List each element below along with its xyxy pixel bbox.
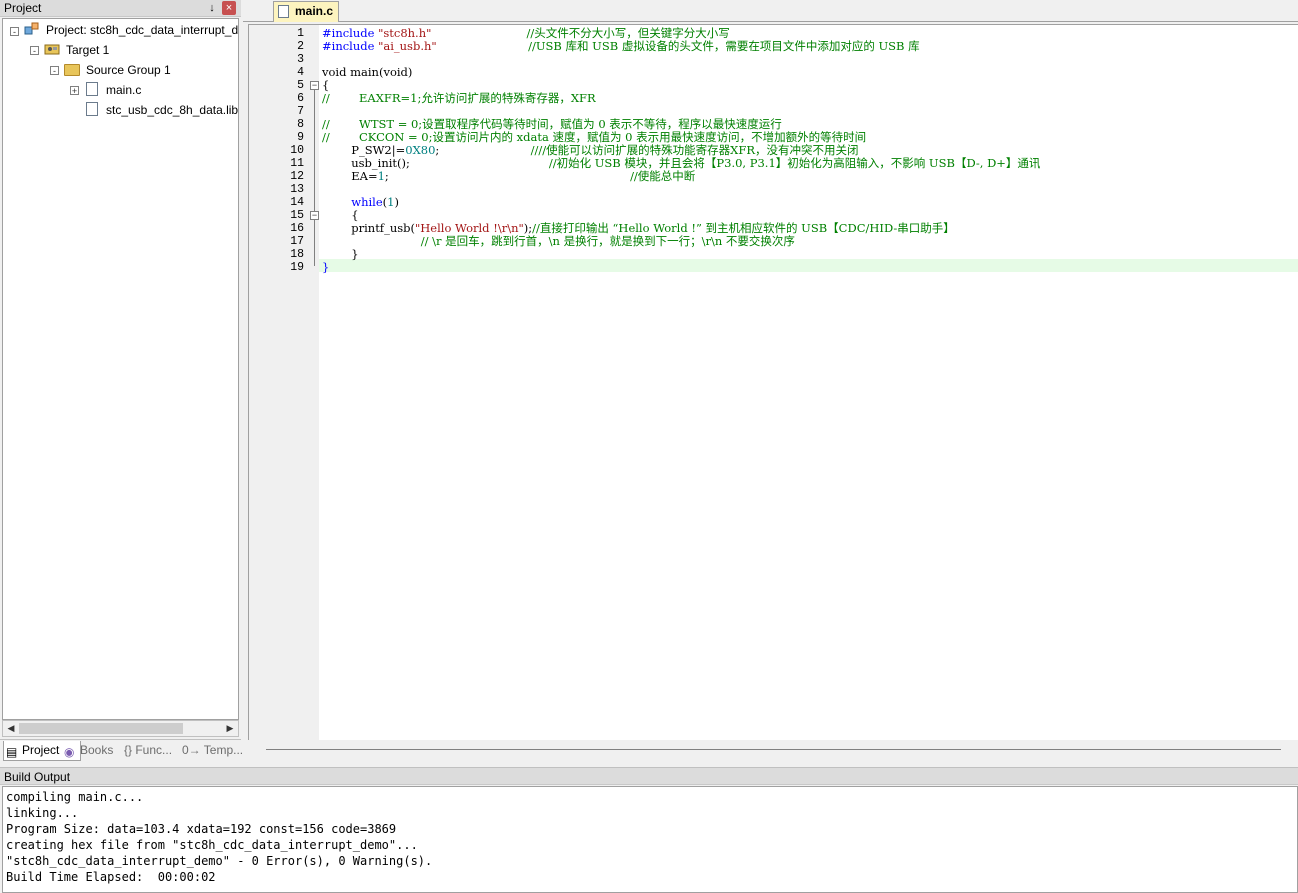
tree-item-target[interactable]: Target 1 bbox=[66, 41, 109, 59]
close-icon[interactable]: × bbox=[222, 1, 236, 15]
tree-collapse-icon[interactable]: - bbox=[30, 46, 39, 56]
project-icon bbox=[24, 21, 40, 35]
project-tree[interactable]: - Project: stc8h_cdc_data_interrupt_de -… bbox=[2, 18, 239, 720]
c-file-icon bbox=[86, 82, 98, 96]
tree-item-lib-file[interactable]: stc_usb_cdc_8h_data.lib bbox=[106, 101, 238, 119]
project-tab-icon: ▤ bbox=[6, 745, 18, 759]
line-number: 5 bbox=[297, 79, 304, 92]
fold-guide bbox=[314, 90, 315, 266]
line-number: 7 bbox=[297, 105, 304, 118]
build-output-console[interactable]: compiling main.c... linking... Program S… bbox=[2, 786, 1298, 893]
current-line-highlight bbox=[319, 259, 1298, 272]
scroll-left-icon[interactable]: ◀ bbox=[4, 722, 18, 735]
project-tree-hscrollbar[interactable]: ◀ ▶ bbox=[2, 720, 239, 737]
code-line: #include "ai_usb.h" //USB 库和 USB 虚拟设备的头文… bbox=[322, 39, 920, 53]
tab-label: main.c bbox=[295, 4, 334, 18]
c-file-icon bbox=[278, 5, 289, 18]
editor-tabstrip bbox=[243, 0, 1298, 22]
editor-hscrollbar[interactable] bbox=[248, 740, 1298, 760]
line-number: 12 bbox=[290, 170, 304, 183]
line-number: 11 bbox=[290, 157, 304, 170]
tree-collapse-icon[interactable]: - bbox=[50, 66, 59, 76]
pin-icon[interactable]: ↓ bbox=[205, 1, 219, 15]
project-panel-tabs: ▤ Project ◉ Books {} Func... 0→ Temp... bbox=[0, 739, 244, 761]
line-number: 1 bbox=[297, 27, 304, 40]
tree-expand-icon[interactable]: + bbox=[70, 86, 79, 96]
output-line: Program Size: data=103.4 xdata=192 const… bbox=[6, 822, 397, 836]
templates-tab-icon: 0→ Temp... bbox=[182, 743, 244, 757]
output-line: creating hex file from "stc8h_cdc_data_i… bbox=[6, 838, 418, 852]
tree-item-main-c[interactable]: main.c bbox=[106, 81, 141, 99]
line-number: 6 bbox=[297, 92, 304, 105]
line-number: 16 bbox=[290, 222, 304, 235]
scroll-thumb[interactable] bbox=[19, 723, 183, 734]
books-tab-icon: ◉ bbox=[64, 745, 75, 759]
line-number: 2 bbox=[297, 40, 304, 53]
line-number: 17 bbox=[290, 235, 304, 248]
line-number: 8 bbox=[297, 118, 304, 131]
tree-collapse-icon[interactable]: - bbox=[10, 27, 19, 37]
tree-item-project[interactable]: Project: stc8h_cdc_data_interrupt_de bbox=[46, 21, 238, 39]
build-output-titlebar: Build Output bbox=[0, 767, 1298, 785]
output-line: compiling main.c... bbox=[6, 790, 144, 804]
line-number: 15 bbox=[290, 209, 304, 222]
line-number: 9 bbox=[297, 131, 304, 144]
tree-item-source-group[interactable]: Source Group 1 bbox=[86, 61, 171, 79]
line-number: 3 bbox=[297, 53, 304, 66]
line-number: 14 bbox=[290, 196, 304, 209]
code-editor[interactable]: 1 2 3 4 5 6 7 8 9 10 11 12 13 14 15 16 1… bbox=[248, 24, 1298, 740]
tab-templates[interactable]: 0→ Temp... bbox=[178, 741, 244, 760]
line-number: 18 bbox=[290, 248, 304, 261]
fold-collapse-icon[interactable]: − bbox=[310, 211, 319, 220]
code-line: // EAXFR=1;允许访问扩展的特殊寄存器，XFR bbox=[322, 91, 596, 105]
code-line: void main(void) bbox=[322, 65, 413, 79]
output-line: Build Time Elapsed: 00:00:02 bbox=[6, 870, 216, 884]
line-number: 4 bbox=[297, 66, 304, 79]
target-icon bbox=[44, 41, 60, 55]
build-output-title: Build Output bbox=[4, 770, 71, 784]
project-panel-title: Project bbox=[4, 1, 42, 15]
scroll-track[interactable] bbox=[266, 749, 1281, 750]
scroll-right-icon[interactable]: ▶ bbox=[223, 722, 237, 735]
output-line: linking... bbox=[6, 806, 79, 820]
output-line: "stc8h_cdc_data_interrupt_demo" - 0 Erro… bbox=[6, 854, 433, 868]
fold-collapse-icon[interactable]: − bbox=[310, 81, 319, 90]
fold-margin bbox=[305, 25, 319, 740]
tab-functions[interactable]: {} Func... bbox=[120, 741, 180, 760]
lib-file-icon bbox=[86, 102, 98, 116]
code-line: EA=1; //使能总中断 bbox=[322, 169, 696, 183]
tab-main-c[interactable]: main.c bbox=[273, 1, 339, 22]
folder-icon bbox=[64, 64, 80, 76]
line-number: 19 bbox=[290, 261, 304, 274]
project-panel-titlebar: Project ↓ × bbox=[0, 0, 241, 17]
line-number: 13 bbox=[290, 183, 304, 196]
line-number: 10 bbox=[290, 144, 304, 157]
code-line: // \r 是回车，跳到行首，\n 是换行，就是换到下一行；\r\n 不要交换次… bbox=[420, 234, 795, 248]
functions-tab-icon: {} Func... bbox=[124, 743, 173, 757]
code-line: } bbox=[322, 260, 330, 274]
